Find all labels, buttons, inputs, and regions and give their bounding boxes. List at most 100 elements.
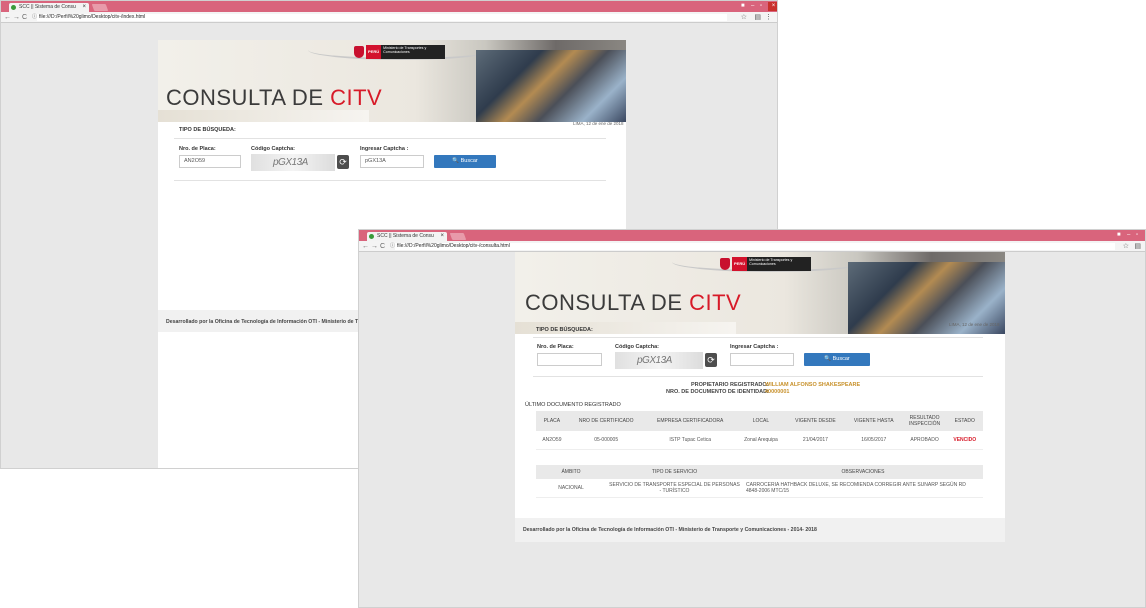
column-header: ESTADO bbox=[946, 411, 983, 431]
peru-logo: PERÚ Ministerio de Transportes y Comunic… bbox=[720, 257, 812, 271]
page-viewport: PERÚ Ministerio de Transportes y Comunic… bbox=[359, 252, 1145, 607]
coat-of-arms-icon bbox=[720, 258, 730, 270]
buscar-button[interactable]: 🔍 Buscar bbox=[434, 155, 496, 168]
maximize-button[interactable]: ▫ bbox=[1136, 231, 1138, 240]
forward-icon[interactable]: → bbox=[371, 242, 378, 251]
table-row: NACIONAL SERVICIO DE TRANSPORTE ESPECIAL… bbox=[536, 479, 983, 498]
certificate-table: PLACA NRO DE CERTIFICADO EMPRESA CERTIFI… bbox=[536, 411, 983, 450]
reload-icon[interactable]: C bbox=[22, 13, 27, 22]
header-banner: PERÚ Ministerio de Transportes y Comunic… bbox=[158, 40, 626, 122]
date-label: LIMA, 12 de ene de 2018 bbox=[573, 121, 624, 126]
column-header: EMPRESA CERTIFICADORA bbox=[644, 411, 736, 431]
table-cell: SERVICIO DE TRANSPORTE ESPECIAL DE PERSO… bbox=[606, 479, 743, 498]
user-icon[interactable]: ■ bbox=[741, 2, 745, 11]
column-header: LOCAL bbox=[735, 411, 786, 431]
back-icon[interactable]: ← bbox=[4, 13, 11, 22]
owner-label: PROPIETARIO REGISTRADO: bbox=[691, 382, 769, 388]
back-icon[interactable]: ← bbox=[362, 242, 369, 251]
header-banner: PERÚ Ministerio de Transportes y Comunic… bbox=[515, 252, 1005, 334]
url-field[interactable]: file:///D:/Perfil%20glimo/Desktop/citv-/… bbox=[37, 14, 727, 21]
tab-title: SCC || Sistema de Consu bbox=[19, 4, 76, 10]
owner-value: WILLIAM ALFONSO SHAKESPEARE bbox=[765, 382, 861, 388]
banner-photo bbox=[476, 50, 626, 122]
close-tab-icon[interactable]: × bbox=[82, 3, 86, 12]
table-row: AN2O59 05-000005 ISTP Tupac Cetica Zonal… bbox=[536, 431, 983, 450]
service-table: ÁMBITO TIPO DE SERVICIO OBSERVACIONES NA… bbox=[536, 465, 983, 498]
title-bar: SCC || Sistema de Consu × ■ – ▫ bbox=[359, 230, 1145, 241]
divider bbox=[533, 376, 983, 377]
divider bbox=[533, 337, 983, 338]
close-tab-icon[interactable]: × bbox=[440, 232, 444, 241]
favicon-icon bbox=[11, 5, 16, 10]
menu-icon[interactable]: ⋮ bbox=[765, 13, 772, 21]
address-bar: ← → C ⓘ file:///D:/Perfil%20glimo/Deskto… bbox=[359, 241, 1145, 252]
url-field[interactable]: file:///D:/Perfil%20glimo/Desktop/citv-/… bbox=[395, 243, 1115, 250]
maximize-button[interactable]: ▫ bbox=[760, 2, 762, 11]
table-cell: APROBADO bbox=[902, 431, 947, 450]
browser-tab[interactable]: SCC || Sistema de Consu × bbox=[367, 232, 447, 241]
column-header: NRO DE CERTIFICADO bbox=[567, 411, 645, 431]
table-cell: CARROCERIA HATHBACK DELUXE, SE RECOMIEND… bbox=[743, 479, 983, 498]
captcha-input[interactable]: pGX13A bbox=[360, 155, 424, 168]
divider bbox=[174, 138, 606, 139]
extension-icon[interactable]: ▤ bbox=[754, 13, 761, 21]
browser-tab[interactable]: SCC || Sistema de Consu × bbox=[9, 3, 89, 12]
column-header: PLACA bbox=[536, 411, 568, 431]
ingresar-captcha-label: Ingresar Captcha : bbox=[360, 146, 409, 152]
minimize-button[interactable]: – bbox=[1127, 231, 1130, 240]
forward-icon[interactable]: → bbox=[13, 13, 20, 22]
captcha-input[interactable] bbox=[730, 353, 794, 366]
column-header: VIGENTE DESDE bbox=[786, 411, 845, 431]
table-cell: AN2O59 bbox=[536, 431, 568, 450]
peru-logo: PERÚ Ministerio de Transportes y Comunic… bbox=[354, 45, 446, 59]
table-header-row: ÁMBITO TIPO DE SERVICIO OBSERVACIONES bbox=[536, 465, 983, 479]
new-tab-button[interactable] bbox=[449, 233, 467, 240]
table-cell: 21/04/2017 bbox=[786, 431, 845, 450]
new-tab-button[interactable] bbox=[91, 4, 109, 11]
page-title: CONSULTA DE CITV bbox=[525, 290, 742, 315]
document-value: 40000001 bbox=[765, 389, 790, 395]
buscar-button[interactable]: 🔍 Buscar bbox=[804, 353, 870, 366]
tab-title: SCC || Sistema de Consu bbox=[377, 233, 434, 239]
browser-window-consulta: SCC || Sistema de Consu × ■ – ▫ ← → C ⓘ … bbox=[358, 229, 1146, 608]
table-cell: ISTP Tupac Cetica bbox=[644, 431, 736, 450]
page-container: PERÚ Ministerio de Transportes y Comunic… bbox=[515, 252, 1005, 542]
reload-icon[interactable]: C bbox=[380, 242, 385, 251]
placa-label: Nro. de Placa: bbox=[537, 344, 574, 350]
extension-icon[interactable]: ▤ bbox=[1134, 242, 1141, 250]
minimize-button[interactable]: – bbox=[751, 2, 754, 11]
table-cell: 16/05/2017 bbox=[844, 431, 903, 450]
address-bar: ← → C ⓘ file:///D:/Perfil%20glimo/Deskto… bbox=[1, 12, 777, 23]
column-header: RESULTADO INSPECCIÓN bbox=[902, 411, 947, 431]
close-window-button[interactable]: × bbox=[768, 2, 777, 11]
refresh-captcha-button[interactable]: ⟳ bbox=[705, 353, 717, 367]
footer-text: Desarrollado por la Oficina de Tecnologí… bbox=[166, 319, 379, 325]
captcha-label: Código Captcha: bbox=[615, 344, 659, 350]
footer-text: Desarrollado por la Oficina de Tecnologí… bbox=[523, 527, 817, 533]
title-bar: SCC || Sistema de Consu × ■ – ▫ × bbox=[1, 1, 777, 12]
table-header-row: PLACA NRO DE CERTIFICADO EMPRESA CERTIFI… bbox=[536, 411, 983, 431]
placa-label: Nro. de Placa: bbox=[179, 146, 216, 152]
captcha-image: pGX13A bbox=[251, 154, 335, 171]
page-title: CONSULTA DE CITV bbox=[166, 85, 383, 110]
favicon-icon bbox=[369, 234, 374, 239]
table-cell: NACIONAL bbox=[536, 479, 606, 498]
bookmark-star-icon[interactable]: ☆ bbox=[1123, 242, 1129, 250]
divider bbox=[174, 180, 606, 181]
placa-input[interactable]: AN2O59 bbox=[179, 155, 241, 168]
user-icon[interactable]: ■ bbox=[1117, 231, 1121, 240]
status-badge: VENCIDO bbox=[946, 431, 983, 450]
placa-input[interactable] bbox=[537, 353, 602, 366]
bookmark-star-icon[interactable]: ☆ bbox=[741, 13, 747, 21]
table-cell: Zonal Arequipa bbox=[735, 431, 786, 450]
captcha-label: Código Captcha: bbox=[251, 146, 295, 152]
refresh-captcha-button[interactable]: ⟳ bbox=[337, 155, 349, 169]
table-cell: 05-000005 bbox=[567, 431, 645, 450]
document-label: NRO. DE DOCUMENTO DE IDENTIDAD: bbox=[666, 389, 769, 395]
search-type-label: TIPO DE BÚSQUEDA: bbox=[179, 127, 236, 133]
date-label: LIMA, 12 de ene de 2018 bbox=[949, 322, 1000, 327]
column-header: OBSERVACIONES bbox=[743, 465, 983, 479]
search-type-label: TIPO DE BÚSQUEDA: bbox=[536, 327, 593, 333]
ingresar-captcha-label: Ingresar Captcha : bbox=[730, 344, 779, 350]
coat-of-arms-icon bbox=[354, 46, 364, 58]
